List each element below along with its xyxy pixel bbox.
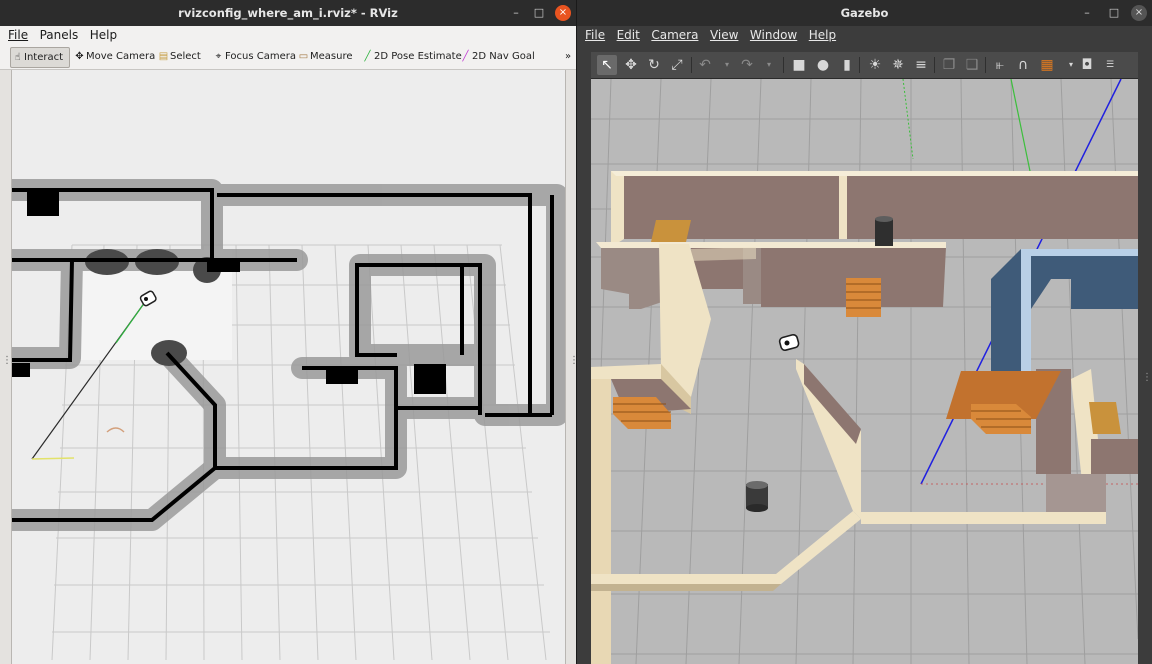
redo-dropdown-icon[interactable]: ▾ <box>759 55 779 75</box>
gazebo-walls <box>591 171 1138 664</box>
focus-camera-icon: ⌖ <box>215 51 222 62</box>
paste-icon[interactable]: ❑ <box>962 55 982 75</box>
minimize-icon[interactable]: – <box>508 5 524 21</box>
gazebo-tool-bar: ↖ ✥ ↻ ⤢ ↶ ▾ ↷ ▾ ■ ● ▮ ☀ ✵ ≡ ❐ ❑ ⫦ ∩ ▦ ▾ … <box>591 52 1138 79</box>
change-view-icon[interactable]: ▦ <box>1037 55 1057 75</box>
tool-2d-nav-goal-label: 2D Nav Goal <box>472 51 535 62</box>
gazebo-menu-bar: File Edit Camera View Window Help <box>577 26 1152 44</box>
gazebo-menu-spacer <box>577 44 1152 52</box>
rviz-map-render[interactable] <box>12 70 565 664</box>
maximize-icon[interactable]: □ <box>531 5 547 21</box>
select-arrow-icon[interactable]: ↖ <box>597 55 617 75</box>
gazebo-right-panel-handle[interactable]: ⋮ <box>1138 52 1152 664</box>
menu-panels[interactable]: Panels <box>40 26 79 44</box>
rviz-3d-view[interactable] <box>12 70 565 664</box>
measure-icon: ▭ <box>298 51 309 62</box>
tool-measure-label: Measure <box>310 51 353 62</box>
rviz-window: rvizconfig_where_am_i.rviz* - RViz – □ ×… <box>0 0 576 664</box>
rviz-tool-bar: ☝ Interact ✥ Move Camera ▤ Select ⌖ Focus Ca… <box>0 44 576 70</box>
tool-move-camera[interactable]: ✥ Move Camera <box>73 47 155 66</box>
move-camera-icon: ✥ <box>75 51 84 62</box>
spot-light-icon[interactable]: ✵ <box>888 55 908 75</box>
tool-focus-camera[interactable]: ⌖ Focus Camera <box>212 47 296 66</box>
undo-icon[interactable]: ↶ <box>695 55 715 75</box>
gazebo-title-bar[interactable]: Gazebo – □ × <box>577 0 1152 26</box>
menu-file[interactable]: File <box>8 26 28 44</box>
origin-axis-marker <box>106 427 125 433</box>
menu-file[interactable]: File <box>585 26 605 44</box>
select-icon: ▤ <box>158 51 169 62</box>
tool-2d-pose-estimate-label: 2D Pose Estimate <box>374 51 462 62</box>
close-icon[interactable]: × <box>555 5 571 21</box>
point-light-icon[interactable]: ☀ <box>865 55 885 75</box>
close-icon[interactable]: × <box>1131 5 1147 21</box>
splitter-grip-icon: ⋮ <box>1142 372 1152 383</box>
tool-2d-pose-estimate[interactable]: ╱ 2D Pose Estimate <box>361 47 462 66</box>
menu-help[interactable]: Help <box>90 26 117 44</box>
translate-icon[interactable]: ✥ <box>621 55 641 75</box>
menu-window[interactable]: Window <box>750 26 797 44</box>
tool-2d-nav-goal[interactable]: ╱ 2D Nav Goal <box>459 47 535 66</box>
gazebo-window-title: Gazebo <box>840 6 889 20</box>
menu-camera[interactable]: Camera <box>651 26 698 44</box>
menu-help[interactable]: Help <box>809 26 836 44</box>
splitter-grip-icon: ⋮ <box>2 355 12 366</box>
tool-interact-label: Interact <box>24 52 64 63</box>
cursor-icon: ☝ <box>14 52 21 63</box>
rotate-icon[interactable]: ↻ <box>644 55 664 75</box>
screenshot-icon[interactable]: ◘ <box>1077 55 1097 75</box>
align-icon[interactable]: ⫦ <box>990 55 1010 75</box>
toolbar-overflow-button[interactable]: » <box>565 47 571 66</box>
redo-icon[interactable]: ↷ <box>737 55 757 75</box>
maximize-icon[interactable]: □ <box>1106 5 1122 21</box>
nav-goal-arrow-icon: ╱ <box>462 51 469 62</box>
tool-move-camera-label: Move Camera <box>86 51 156 62</box>
gazebo-window: Gazebo – □ × File Edit Camera View Windo… <box>577 0 1152 664</box>
rviz-right-dock-handle[interactable]: ⋮ <box>565 70 576 664</box>
sphere-icon[interactable]: ● <box>813 55 833 75</box>
scale-icon[interactable]: ⤢ <box>667 55 687 75</box>
green-axis-line <box>1010 79 1032 177</box>
copy-icon[interactable]: ❐ <box>939 55 959 75</box>
tool-select[interactable]: ▤ Select <box>157 47 201 66</box>
odom-marker <box>31 457 75 460</box>
tool-focus-camera-label: Focus Camera <box>225 51 296 62</box>
rviz-left-dock-handle[interactable]: ⋮ <box>0 70 12 664</box>
cylinder-icon[interactable]: ▮ <box>837 55 857 75</box>
gazebo-robot-model <box>778 333 800 351</box>
menu-view[interactable]: View <box>710 26 738 44</box>
minimize-icon[interactable]: – <box>1079 5 1095 21</box>
log-icon[interactable]: ☰ <box>1100 55 1120 75</box>
gazebo-world-render[interactable] <box>591 79 1138 664</box>
pose-arrow-icon: ╱ <box>364 51 371 62</box>
splitter-grip-icon: ⋮ <box>569 355 576 366</box>
gazebo-left-panel-handle[interactable] <box>577 52 591 664</box>
undo-dropdown-icon[interactable]: ▾ <box>717 55 737 75</box>
rviz-menu-bar: File Panels Help <box>0 26 576 44</box>
rviz-window-title: rvizconfig_where_am_i.rviz* - RViz <box>178 6 398 20</box>
tool-interact[interactable]: ☝ Interact <box>10 47 70 68</box>
rviz-title-bar[interactable]: rvizconfig_where_am_i.rviz* - RViz – □ × <box>0 0 576 26</box>
directional-light-icon[interactable]: ≡ <box>911 55 931 75</box>
menu-edit[interactable]: Edit <box>617 26 640 44</box>
snap-icon[interactable]: ∩ <box>1013 55 1033 75</box>
tool-measure[interactable]: ▭ Measure <box>297 47 353 66</box>
box-icon[interactable]: ■ <box>789 55 809 75</box>
gazebo-3d-scene[interactable] <box>591 79 1138 664</box>
tool-select-label: Select <box>170 51 201 62</box>
